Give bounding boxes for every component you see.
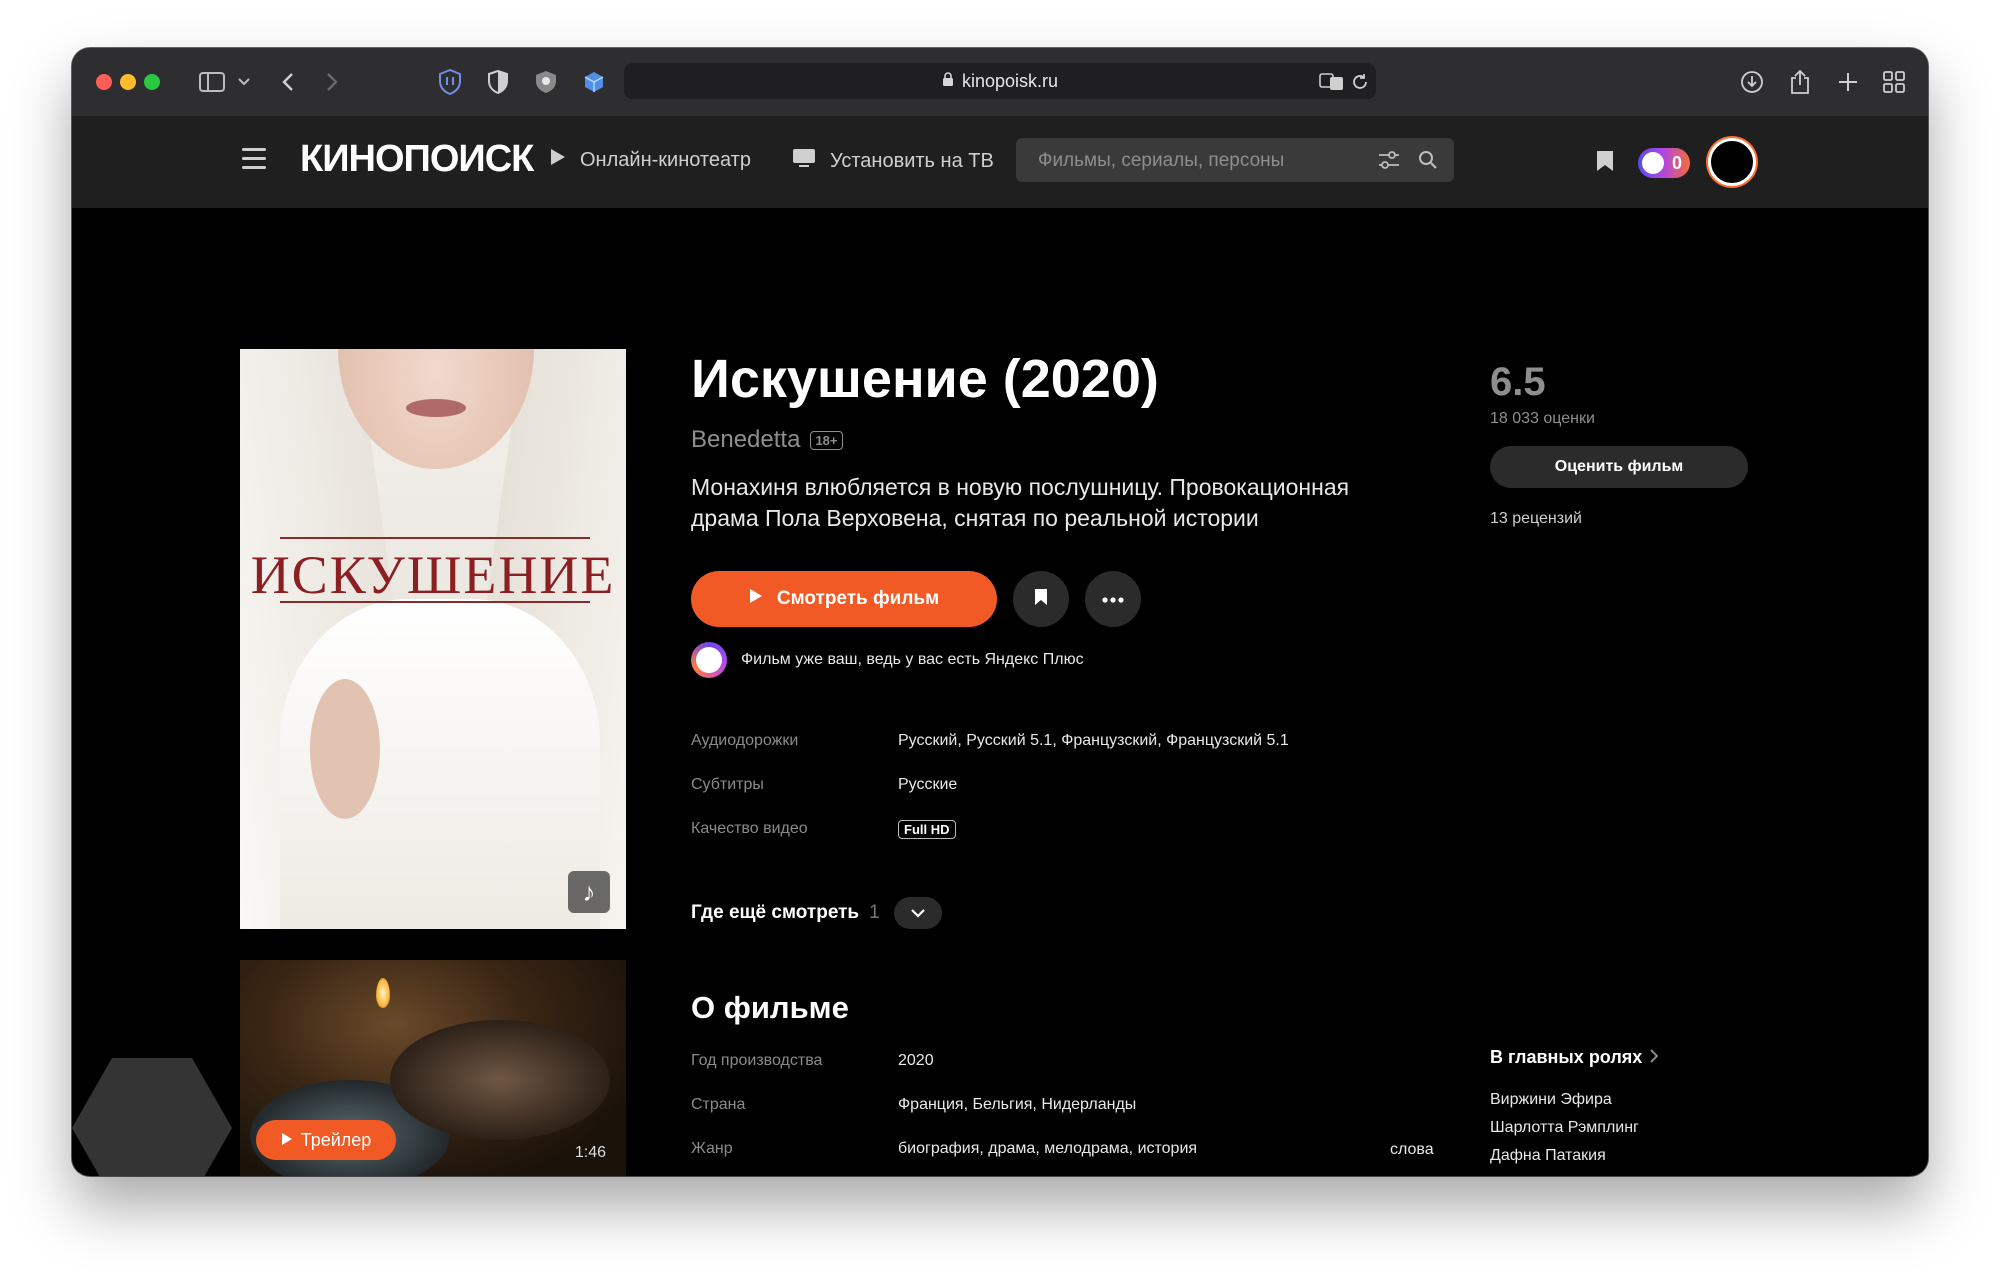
plus-badge[interactable]: 0 — [1638, 148, 1690, 178]
bookmark-icon[interactable] — [1596, 150, 1614, 177]
plus-note: Фильм уже ваш, ведь у вас есть Яндекс Пл… — [691, 642, 1084, 678]
about-value-genre[interactable]: биография, драма, мелодрама, история — [898, 1140, 1197, 1158]
watch-movie-button[interactable]: Смотреть фильм — [691, 571, 997, 627]
trailer-label: Трейлер — [300, 1129, 372, 1150]
yandex-plus-icon — [691, 642, 727, 678]
chevron-down-icon[interactable] — [893, 897, 942, 929]
about-label-country: Страна — [691, 1096, 746, 1113]
spec-label-subtitles: Субтитры — [691, 776, 764, 793]
video-quality-badge: Full HD — [898, 820, 956, 839]
about-label-genre: Жанр — [691, 1140, 733, 1157]
nav-online-cinema-label: Онлайн-кинотеатр — [580, 148, 751, 171]
nav-install-tv-label: Установить на ТВ — [830, 149, 994, 172]
trailer-duration: 1:46 — [574, 1144, 606, 1161]
downloads-icon[interactable] — [1736, 66, 1768, 98]
watch-movie-label: Смотреть фильм — [776, 588, 940, 609]
age-rating-badge: 18+ — [810, 430, 843, 450]
chevron-down-icon[interactable] — [228, 66, 260, 98]
where-else-label: Где ещё смотреть — [691, 902, 860, 923]
tab-overview-icon[interactable] — [1878, 66, 1910, 98]
browser-toolbar: kinopoisk.ru — [72, 48, 1928, 117]
chevron-right-icon — [1650, 1047, 1659, 1068]
new-tab-icon[interactable] — [1832, 66, 1864, 98]
play-icon — [749, 588, 763, 610]
movie-title: Искушение (2020) — [691, 349, 1159, 409]
address-bar[interactable]: kinopoisk.ru — [624, 63, 1376, 99]
spec-value-subtitles: Русские — [898, 776, 958, 793]
back-icon[interactable] — [272, 66, 304, 98]
cast-member[interactable]: Дафна Патакия — [1490, 1147, 1606, 1165]
browser-window: kinopoisk.ru КИНОПОИСК Онлайн-кинотеатр — [72, 48, 1928, 1176]
url-text: kinopoisk.ru — [961, 70, 1059, 91]
forward-icon[interactable] — [316, 66, 348, 98]
close-window-button[interactable] — [96, 74, 112, 90]
original-title-row: Benedetta 18+ — [691, 426, 843, 454]
reviews-link[interactable]: 13 рецензий — [1490, 510, 1582, 528]
cast-heading[interactable]: В главных ролях — [1490, 1047, 1659, 1068]
adblock-shield-icon[interactable] — [482, 66, 514, 98]
tv-icon — [792, 148, 816, 174]
site-header: КИНОПОИСК Онлайн-кинотеатр Установить на… — [72, 116, 1928, 208]
spec-label-quality: Качество видео — [691, 820, 808, 837]
site-logo[interactable]: КИНОПОИСК — [300, 138, 534, 181]
rating-votes: 18 033 оценки — [1490, 410, 1595, 427]
menu-icon[interactable] — [242, 148, 266, 170]
lock-icon — [942, 71, 954, 92]
avatar[interactable] — [1708, 138, 1756, 186]
rate-movie-button[interactable]: Оценить фильм — [1490, 446, 1748, 488]
cast-heading-label: В главных ролях — [1490, 1047, 1643, 1067]
rating-value: 6.5 — [1490, 360, 1546, 404]
trailer-button[interactable]: Трейлер — [256, 1120, 396, 1160]
keywords-link[interactable]: слова — [1390, 1141, 1434, 1159]
where-else-count: 1 — [869, 902, 880, 923]
bookmark-button[interactable] — [1013, 571, 1069, 627]
about-value-country[interactable]: Франция, Бельгия, Нидерланды — [898, 1096, 1136, 1114]
plus-count: 0 — [1671, 152, 1682, 173]
plus-note-text: Фильм уже ваш, ведь у вас есть Яндекс Пл… — [741, 651, 1084, 668]
reload-icon[interactable] — [1344, 66, 1376, 98]
sidebar-icon[interactable] — [196, 66, 228, 98]
decorative-hexagon — [72, 1058, 232, 1176]
search-input[interactable] — [1036, 138, 1370, 184]
share-icon[interactable] — [1784, 66, 1816, 98]
minimize-window-button[interactable] — [120, 74, 136, 90]
spec-label-audio: Аудиодорожки — [691, 732, 799, 749]
movie-poster[interactable]: ИСКУШЕНИЕ ♪ — [240, 349, 626, 929]
privacy-shield-icon[interactable] — [434, 66, 466, 98]
about-value-year[interactable]: 2020 — [898, 1052, 934, 1070]
about-label-year: Год производства — [691, 1052, 823, 1069]
bookmark-icon — [1034, 588, 1048, 611]
trailer-thumbnail[interactable]: Трейлер 1:46 — [240, 960, 626, 1176]
poster-title: ИСКУШЕНИЕ — [250, 545, 616, 605]
music-note-icon[interactable]: ♪ — [568, 871, 610, 913]
filters-icon[interactable] — [1378, 150, 1400, 175]
play-icon — [550, 148, 566, 172]
nav-online-cinema[interactable]: Онлайн-кинотеатр — [550, 148, 751, 172]
search-box — [1016, 138, 1454, 184]
zoom-window-button[interactable] — [144, 74, 160, 90]
nav-install-tv[interactable]: Установить на ТВ — [792, 148, 994, 174]
play-icon — [281, 1130, 293, 1151]
more-button[interactable] — [1085, 571, 1141, 627]
cast-member[interactable]: Виржини Эфира — [1490, 1091, 1612, 1109]
original-title: Benedetta — [691, 426, 801, 453]
spec-value-audio: Русский, Русский 5.1, Французский, Франц… — [898, 732, 1289, 749]
where-else-watch[interactable]: Где ещё смотреть 1 — [691, 897, 942, 929]
extension-shield-icon[interactable] — [530, 66, 562, 98]
extension-box-icon[interactable] — [578, 66, 610, 98]
search-icon[interactable] — [1418, 150, 1438, 175]
cast-member[interactable]: Шарлотта Рэмплинг — [1490, 1119, 1639, 1137]
movie-tagline: Монахиня влюбляется в новую послушницу. … — [691, 474, 1350, 531]
about-heading: О фильме — [691, 990, 849, 1025]
more-icon — [1102, 590, 1124, 608]
plus-logo-icon — [1642, 152, 1664, 174]
